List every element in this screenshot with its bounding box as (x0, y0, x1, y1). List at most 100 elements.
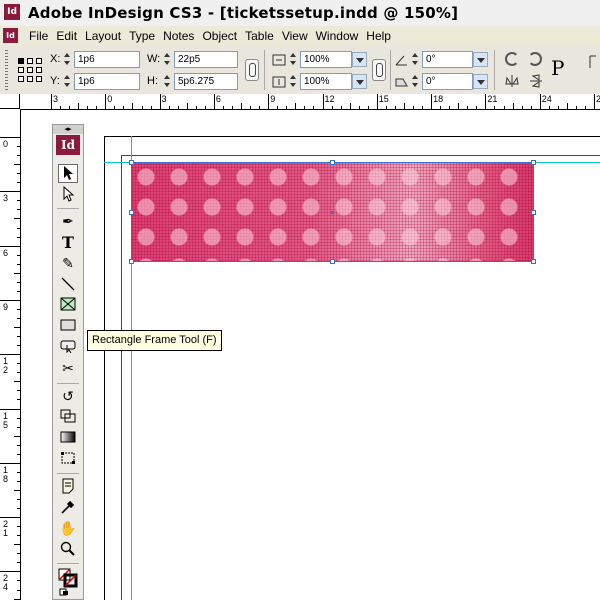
pencil-tool[interactable]: ✎ (58, 255, 78, 274)
resize-handle[interactable] (531, 259, 536, 264)
gradient-tool[interactable] (58, 430, 78, 449)
menu-view[interactable]: View (279, 26, 313, 46)
ruler-minor-tick (584, 106, 586, 109)
ruler-minor-tick (114, 106, 116, 109)
panel-grip[interactable] (5, 50, 8, 90)
horizontal-ruler[interactable]: 3 0 3 6 9 12 15 18 21 24 27 (20, 94, 600, 110)
vertical-ruler[interactable]: 03691215182124 (0, 109, 21, 600)
reference-point-icon[interactable] (18, 58, 42, 82)
resize-handle[interactable] (531, 210, 536, 215)
fill-stroke-control[interactable] (58, 568, 78, 598)
rotate-tool[interactable]: ↺ (58, 388, 78, 407)
ruler-minor-tick (17, 553, 20, 555)
line-tool[interactable] (58, 276, 78, 295)
flip-horizontal-icon[interactable] (504, 73, 520, 89)
ruler-minor-tick (69, 106, 71, 109)
ruler-minor-tick (286, 106, 288, 109)
scale-y-field[interactable]: 100% (300, 73, 352, 90)
rotate-icon: ↺ (62, 389, 74, 405)
menu-edit[interactable]: Edit (53, 26, 82, 46)
x-spinner[interactable] (63, 51, 72, 67)
selected-graphic-frame[interactable] (129, 160, 536, 264)
indesign-app-icon[interactable]: Id (4, 4, 20, 20)
ruler-minor-tick (17, 200, 20, 202)
menu-type[interactable]: Type (126, 26, 160, 46)
scale-y-icon (272, 76, 286, 88)
scale-x-spinner[interactable] (289, 51, 298, 67)
menu-help[interactable]: Help (363, 26, 396, 46)
flip-vertical-icon[interactable] (528, 73, 544, 89)
constrain-proportions-icon[interactable] (245, 59, 259, 81)
scale-x-dropdown[interactable] (352, 52, 367, 67)
ruler-major-tick (431, 94, 433, 109)
line-icon (61, 277, 75, 291)
tools-panel-collapse[interactable]: ◂▸ (53, 125, 83, 134)
frame-center-point[interactable] (331, 211, 334, 214)
ruler-minor-tick (17, 480, 20, 482)
resize-handle[interactable] (129, 210, 134, 215)
resize-handle[interactable] (330, 160, 335, 165)
ruler-number: 4 (3, 582, 9, 593)
pen-tool[interactable]: ✒ (58, 213, 78, 232)
document-icon[interactable]: Id (3, 28, 18, 43)
w-field[interactable]: 22p5 (174, 51, 238, 68)
h-spinner[interactable] (163, 73, 172, 89)
rotation-field[interactable]: 0° (422, 51, 473, 68)
shear-field[interactable]: 0° (422, 73, 473, 90)
resize-handle[interactable] (129, 160, 134, 165)
rectangle-tool[interactable] (58, 318, 78, 337)
scale-y-spinner[interactable] (289, 73, 298, 89)
reference-orientation-icon[interactable]: P (551, 56, 564, 80)
ruler-major-tick (0, 354, 20, 356)
direct-selection-tool[interactable] (58, 185, 78, 205)
ruler-minor-tick (530, 106, 532, 109)
menu-object[interactable]: Object (199, 26, 242, 46)
ruler-minor-tick (17, 399, 20, 401)
type-tool[interactable]: T (58, 234, 78, 253)
constrain-scale-icon[interactable] (372, 59, 386, 81)
free-transform-tool[interactable] (58, 451, 78, 470)
shear-spinner[interactable] (411, 73, 420, 89)
ruler-number: 9 (270, 94, 276, 104)
rotate-cw-icon[interactable] (505, 52, 519, 66)
menu-layout[interactable]: Layout (82, 26, 126, 46)
ruler-minor-tick (87, 106, 89, 109)
ruler-minor-tick (17, 236, 20, 238)
select-container-icon[interactable] (586, 54, 600, 70)
zoom-tool[interactable] (58, 541, 78, 560)
note-tool[interactable] (58, 478, 78, 497)
scale-y-dropdown[interactable] (352, 74, 367, 89)
h-field[interactable]: 5p6.275 (174, 73, 238, 90)
eyedropper-tool[interactable] (58, 499, 78, 518)
shear-dropdown[interactable] (473, 74, 488, 89)
ruler-minor-tick (449, 106, 451, 109)
rectangle-frame-tool[interactable] (58, 297, 78, 316)
x-field[interactable]: 1p6 (74, 51, 140, 68)
y-spinner[interactable] (63, 73, 72, 89)
scissors-tool[interactable]: ✂ (58, 360, 78, 379)
ruler-minor-tick (17, 363, 20, 365)
rectangle-icon (60, 319, 76, 331)
menu-window[interactable]: Window (313, 26, 364, 46)
ruler-minor-tick (503, 106, 505, 109)
menu-table[interactable]: Table (242, 26, 279, 46)
ruler-minor-tick (512, 103, 514, 109)
hand-tool[interactable]: ✋ (58, 520, 78, 539)
button-tool[interactable] (58, 339, 78, 358)
resize-handle[interactable] (531, 160, 536, 165)
resize-handle[interactable] (129, 259, 134, 264)
ruler-origin[interactable] (0, 94, 20, 109)
rotate-ccw-icon[interactable] (528, 52, 542, 66)
page-edge (104, 136, 600, 137)
menu-file[interactable]: File (26, 26, 53, 46)
y-field[interactable]: 1p6 (74, 73, 140, 90)
scale-x-field[interactable]: 100% (300, 51, 352, 68)
scale-tool[interactable] (58, 409, 78, 428)
menu-notes[interactable]: Notes (160, 26, 199, 46)
rotation-spinner[interactable] (411, 51, 420, 67)
ruler-major-tick (0, 517, 20, 519)
resize-handle[interactable] (330, 259, 335, 264)
rotation-dropdown[interactable] (473, 52, 488, 67)
selection-tool[interactable] (58, 164, 78, 183)
w-spinner[interactable] (163, 51, 172, 67)
